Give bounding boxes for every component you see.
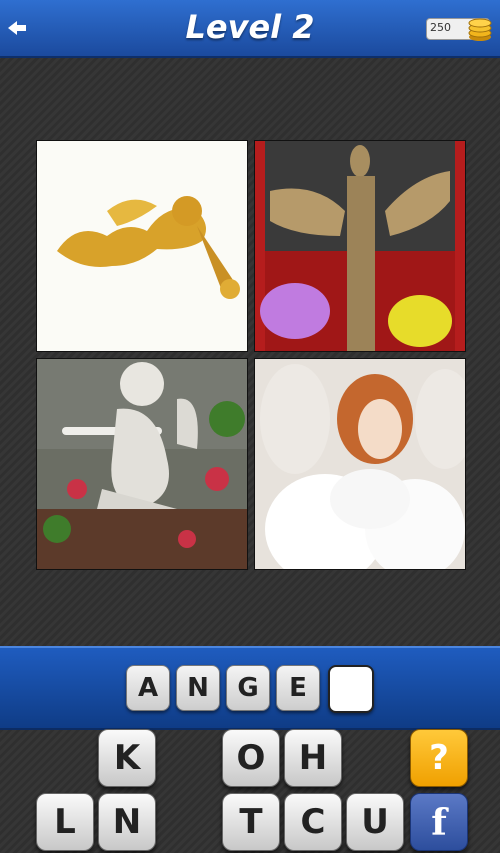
letter-key-l[interactable]: L: [36, 793, 94, 851]
angel-doll-image: [255, 359, 465, 569]
coin-counter[interactable]: 250: [426, 18, 492, 41]
answer-slot-2[interactable]: N: [176, 665, 220, 711]
facebook-share-button[interactable]: f: [410, 793, 468, 851]
photo-angel-doll[interactable]: [254, 358, 466, 570]
answer-slot-4[interactable]: E: [276, 665, 320, 711]
photo-stone-cherub[interactable]: [36, 358, 248, 570]
letter-key-o[interactable]: O: [222, 729, 280, 787]
header-bar: Level 2 250: [0, 0, 500, 58]
golden-cherub-image: [37, 141, 247, 351]
letter-key-u[interactable]: U: [346, 793, 404, 851]
coin-stack-icon: [468, 18, 492, 41]
coin-count: 250: [430, 21, 451, 34]
level-title: Level 2: [185, 8, 315, 46]
letter-key-h[interactable]: H: [284, 729, 342, 787]
stone-cherub-image: [37, 359, 247, 569]
answer-slot-1[interactable]: A: [126, 665, 170, 711]
photo-straw-angel[interactable]: [254, 140, 466, 352]
photo-golden-cherub[interactable]: [36, 140, 248, 352]
answer-slot-5[interactable]: [328, 665, 374, 713]
letter-key-t[interactable]: T: [222, 793, 280, 851]
straw-angel-image: [255, 141, 465, 351]
letter-key-k[interactable]: K: [98, 729, 156, 787]
answer-bar: A N G E: [0, 646, 500, 730]
answer-slot-3[interactable]: G: [226, 665, 270, 711]
letter-key-c[interactable]: C: [284, 793, 342, 851]
letter-key-n[interactable]: N: [98, 793, 156, 851]
hint-button[interactable]: ?: [410, 729, 468, 787]
